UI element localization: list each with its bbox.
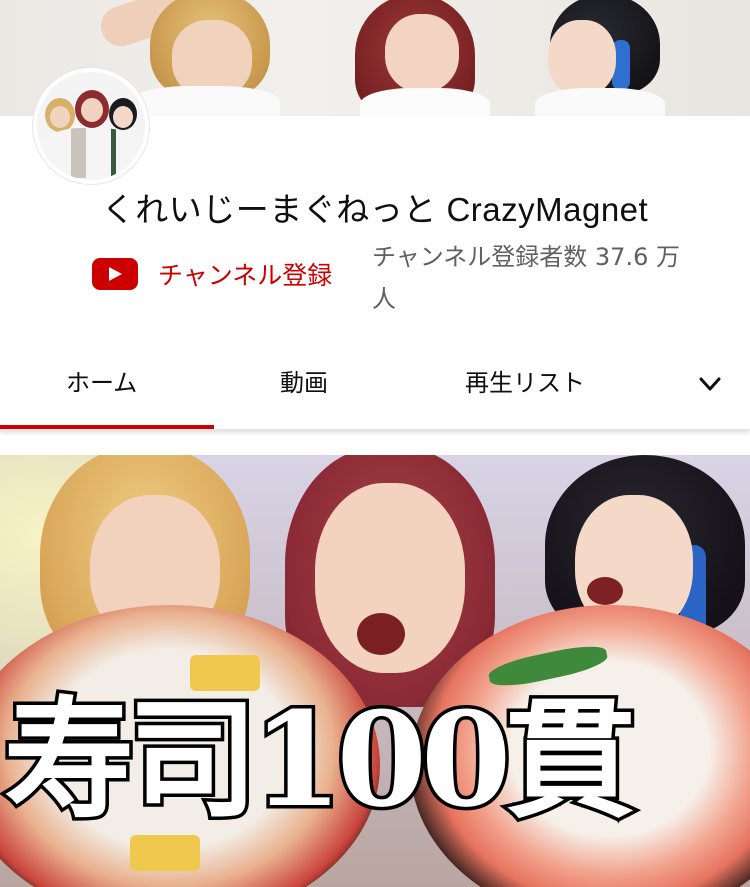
avatar-member-1-face: [50, 106, 70, 128]
sushi-tamago: [130, 835, 200, 871]
banner-member-3-shirt: [535, 88, 665, 116]
banner-member-2-face: [385, 14, 459, 92]
channel-avatar[interactable]: [33, 68, 149, 184]
banner-member-1-shirt: [130, 86, 280, 116]
featured-video-thumbnail[interactable]: 寿司100貫: [0, 455, 750, 887]
avatar-member-2-face: [81, 98, 103, 122]
subscribe-label: チャンネル登録: [158, 261, 333, 290]
avatar-members-outfits: [41, 128, 141, 178]
banner-member-2-shirt: [360, 88, 490, 116]
subscribe-button[interactable]: チャンネル登録: [92, 254, 332, 294]
subscriber-count: チャンネル登録者数 37.6 万人: [372, 243, 680, 313]
avatar-member-3-face: [113, 106, 133, 128]
chevron-down-icon[interactable]: [697, 371, 723, 397]
thumbnail-member-3-mouth: [587, 577, 623, 605]
thumbnail-member-2-mouth: [357, 613, 405, 655]
tab-playlists[interactable]: 再生リスト: [465, 363, 585, 398]
youtube-play-icon: [92, 258, 138, 290]
channel-name: くれいじーまぐねっと CrazyMagnet: [101, 191, 649, 228]
tab-videos[interactable]: 動画: [280, 363, 328, 398]
banner-member-3-face: [548, 20, 616, 96]
tab-home[interactable]: ホーム: [66, 363, 137, 398]
thumbnail-title-text: 寿司100貫: [1, 683, 639, 836]
channel-tabs: ホーム 動画 再生リスト: [0, 343, 750, 430]
selected-tab-indicator: [0, 425, 214, 429]
